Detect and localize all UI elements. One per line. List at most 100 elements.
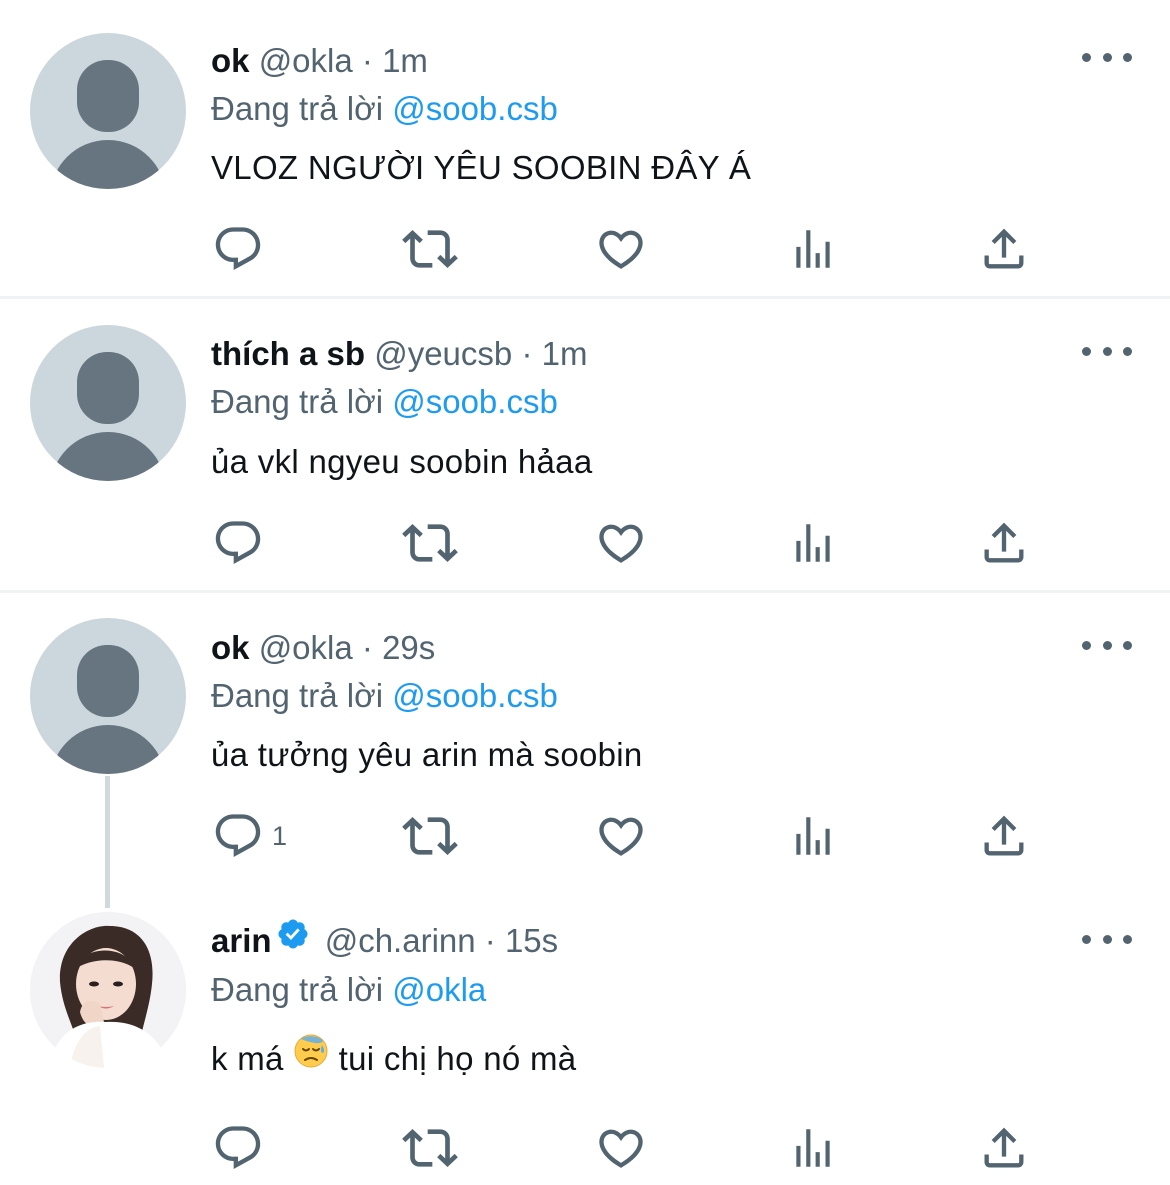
tweet-divider [0,590,1170,593]
replying-to-label: Đang trả lời [211,90,384,127]
reply-icon [215,814,261,858]
display-name[interactable]: ok [211,629,250,666]
reply-button[interactable] [212,219,272,279]
retweet-button[interactable] [402,219,458,279]
action-bar [0,1118,1170,1178]
default-avatar[interactable] [30,325,186,481]
like-icon [599,1129,643,1168]
analytics-icon [796,524,830,562]
tweet[interactable]: ok @okla · 29s Đang trả lời @soob.csb ủa… [0,618,1170,888]
share-icon [984,815,1024,856]
like-icon [599,524,643,563]
action-bar [0,513,1170,573]
display-name[interactable]: thích a sb [211,335,365,372]
like-button[interactable] [595,219,647,279]
like-icon [599,230,643,269]
tweet-text: VLOZ NGƯỜI YÊU SOOBIN ĐÂY Á [211,149,752,186]
default-profile-icon [50,645,166,774]
replying-to-label: Đang trả lời [211,971,384,1008]
reply-button[interactable] [212,1118,272,1178]
replying-to-handle[interactable]: @soob.csb [392,90,558,127]
replying-to: Đang trả lời @soob.csb [211,377,558,427]
tweet-text-part: tui chị họ nó mà [338,1040,577,1077]
replying-to-handle[interactable]: @okla [392,971,486,1008]
separator-dot: · [484,922,496,959]
share-button[interactable] [978,1118,1030,1178]
handle[interactable]: @ch.arinn [325,922,476,959]
tweet[interactable]: arin @ch.arinn · 15s Đang trả lời @okla … [0,912,1170,1182]
tweet[interactable]: ok @okla · 1m Đang trả lời @soob.csb VLO… [0,33,1170,298]
handle[interactable]: @okla [259,629,353,666]
tweet-text: ủa vkl ngyeu soobin hảaa [211,443,593,480]
timestamp[interactable]: 1m [382,42,428,79]
more-icon[interactable] [1082,630,1132,660]
tweet-header: arin @ch.arinn · 15s [211,916,558,966]
reply-button[interactable]: 1 [212,806,287,866]
analytics-icon [796,1129,830,1167]
retweet-button[interactable] [402,1118,458,1178]
reply-icon [215,1126,261,1170]
like-button[interactable] [595,1118,647,1178]
handle[interactable]: @okla [259,42,353,79]
retweet-icon [402,524,458,562]
analytics-icon [796,817,830,855]
share-button[interactable] [978,806,1030,866]
default-avatar[interactable] [30,618,186,774]
retweet-button[interactable] [402,806,458,866]
share-icon [984,1127,1024,1168]
retweet-icon [402,817,458,855]
tweet-text: k má tui chị họ nó mà [211,1034,576,1086]
analytics-button[interactable] [788,219,838,279]
analytics-button[interactable] [788,513,838,573]
reply-icon [215,227,261,271]
reply-button[interactable] [212,513,272,573]
handle[interactable]: @yeucsb [374,335,512,372]
retweet-icon [402,1129,458,1167]
like-button[interactable] [595,513,647,573]
more-icon[interactable] [1082,924,1132,954]
more-icon[interactable] [1082,336,1132,366]
downcast-face-with-sweat-icon [293,1033,329,1083]
analytics-button[interactable] [788,806,838,866]
timestamp[interactable]: 29s [382,629,435,666]
more-icon[interactable] [1082,42,1132,72]
default-profile-icon [50,352,166,481]
reply-count: 1 [272,820,288,851]
display-name[interactable]: arin [211,922,272,959]
action-bar [0,219,1170,279]
profile-photo [30,912,186,1068]
retweet-icon [402,230,458,268]
display-name[interactable]: ok [211,42,250,79]
replying-to: Đang trả lời @soob.csb [211,671,558,721]
separator-dot: · [361,629,373,666]
share-button[interactable] [978,513,1030,573]
analytics-icon [796,230,830,268]
timestamp[interactable]: 1m [542,335,588,372]
profile-photo-avatar[interactable] [30,912,186,1068]
replying-to-handle[interactable]: @soob.csb [392,383,558,420]
action-bar: 1 [0,806,1170,866]
separator-dot: · [361,42,373,79]
retweet-button[interactable] [402,513,458,573]
analytics-button[interactable] [788,1118,838,1178]
replying-to-label: Đang trả lời [211,677,384,714]
replying-to-label: Đang trả lời [211,383,384,420]
replying-to: Đang trả lời @soob.csb [211,84,558,134]
like-button[interactable] [595,806,647,866]
tweet-text: ủa tưởng yêu arin mà soobin [211,736,643,773]
separator-dot: · [521,335,533,372]
default-profile-icon [50,60,166,189]
replying-to-handle[interactable]: @soob.csb [392,677,558,714]
tweet-divider [0,296,1170,299]
replying-to: Đang trả lời @okla [211,965,486,1015]
verified-badge-icon [276,915,310,965]
tweet-header: ok @okla · 1m [211,36,428,86]
default-avatar[interactable] [30,33,186,189]
tweet[interactable]: thích a sb @yeucsb · 1m Đang trả lời @so… [0,325,1170,590]
share-icon [984,522,1024,563]
timestamp[interactable]: 15s [505,922,558,959]
share-icon [984,228,1024,269]
tweet-header: ok @okla · 29s [211,623,435,673]
share-button[interactable] [978,219,1030,279]
like-icon [599,817,643,856]
